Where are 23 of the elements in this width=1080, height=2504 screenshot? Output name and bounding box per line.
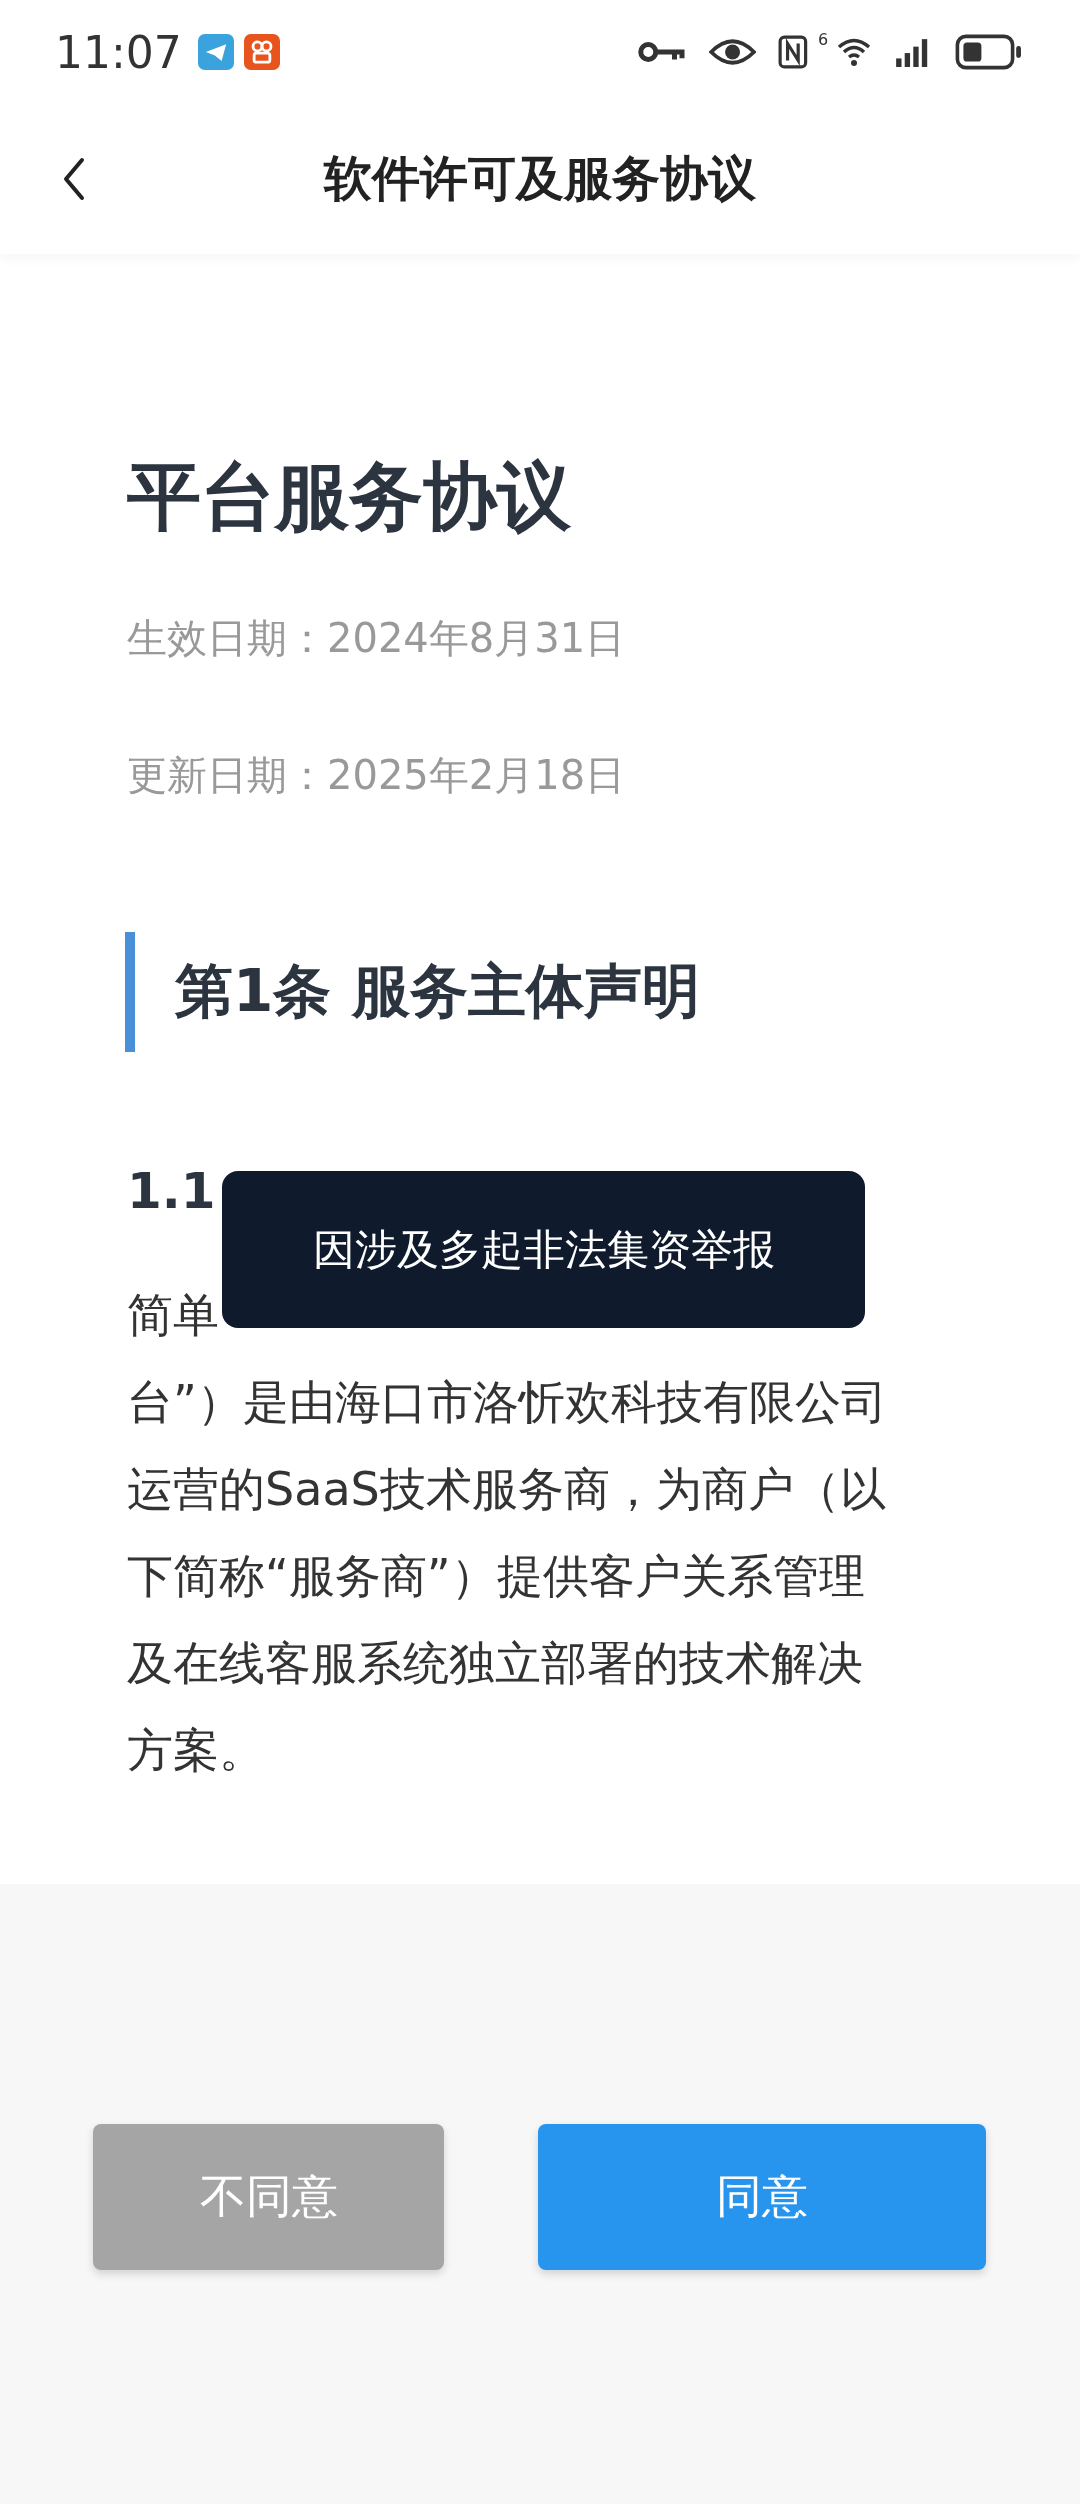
date-text: 更新日期：2025年2月18日 <box>127 755 627 800</box>
nfc-icon <box>778 35 809 69</box>
paragraph-line: 下简称“服务商”）提供客户关系管理 <box>127 1548 866 1605</box>
paragraph-line: 及在线客服系统独立部署的技术解决 <box>127 1635 864 1692</box>
status-time: 11:07 <box>55 26 182 78</box>
date-text: 生效日期：2024年8月31日 <box>127 618 627 663</box>
document-title: 平台服务协议 <box>127 459 572 533</box>
paper-plane-icon <box>197 34 234 70</box>
video-camera-icon <box>243 34 280 70</box>
wifi-icon <box>836 37 873 67</box>
paragraph-line: 方案。 <box>127 1722 266 1779</box>
paragraph-line: 台”）是由海口市洛忻欢科技有限公司 <box>127 1374 888 1431</box>
subsection-title: 1.1 <box>127 1166 217 1216</box>
toast-message: 因涉及多起非法集资举报 <box>222 1171 865 1328</box>
network-label: 6 <box>818 30 829 49</box>
agree-button[interactable]: 同意 <box>538 2124 986 2270</box>
eye-icon <box>709 37 757 67</box>
page-title: 软件许可及服务协议 <box>324 149 756 208</box>
section-title: 第1条 服务主体声明 <box>175 956 700 1027</box>
disagree-button[interactable]: 不同意 <box>93 2124 444 2270</box>
paragraph-line: 简单 <box>127 1287 220 1344</box>
paragraph-line: 运营的SaaS技术服务商，为商户（以 <box>127 1461 887 1518</box>
battery-icon <box>954 34 1022 70</box>
